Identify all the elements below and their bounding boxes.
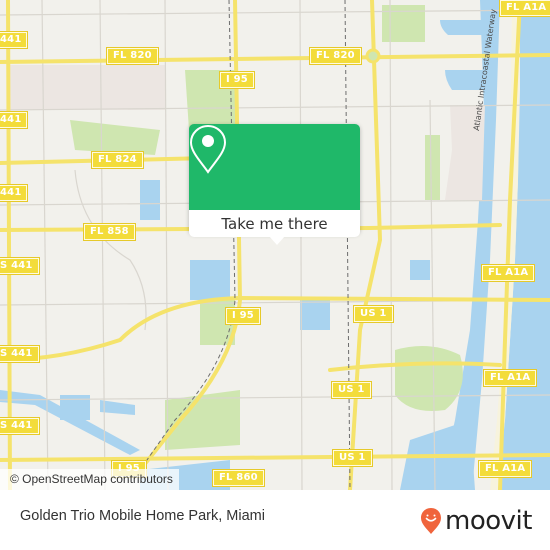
route-shield-fl860: FL 860 <box>212 469 265 487</box>
lake <box>300 300 330 330</box>
lake <box>100 400 135 415</box>
route-shield-fla1a: FL A1A <box>498 0 550 17</box>
park <box>425 135 440 200</box>
location-popup[interactable]: Take me there <box>189 124 360 245</box>
route-shield-us1: US 1 <box>332 449 373 467</box>
route-shield-fl858: FL 858 <box>83 223 136 241</box>
place-title: Golden Trio Mobile Home Park, Miami <box>20 508 265 524</box>
route-shield-us1: US 1 <box>331 381 372 399</box>
route-shield-us441: S 441 <box>0 417 40 435</box>
route-shield-fla1a: FL A1A <box>480 264 536 282</box>
route-shield-i95: I 95 <box>225 307 261 325</box>
route-shield-us441: S 441 <box>0 345 40 363</box>
route-shield-us441: 441 <box>0 184 29 202</box>
map-attribution[interactable]: © OpenStreetMap contributors <box>0 469 179 490</box>
route-shield-fla1a: FL A1A <box>477 460 533 478</box>
route-shield-us441: S 441 <box>0 257 40 275</box>
moovit-logo[interactable]: moovit <box>420 506 532 536</box>
route-shield-us1: US 1 <box>353 305 394 323</box>
park <box>395 346 463 411</box>
park <box>70 120 160 155</box>
canal <box>440 20 490 35</box>
route-shield-fl824: FL 824 <box>91 151 144 169</box>
route-shield-us441: 441 <box>0 111 29 129</box>
popup-pointer <box>269 236 285 245</box>
roundabout <box>365 48 381 64</box>
route-shield-us441: 441 <box>0 31 29 49</box>
route-shield-fl820: FL 820 <box>106 47 159 65</box>
location-pin-icon <box>189 124 227 174</box>
route-shield-fl820: FL 820 <box>309 47 362 65</box>
map-canvas[interactable] <box>0 0 550 490</box>
route-shield-i95: I 95 <box>219 71 255 89</box>
lake <box>410 260 430 280</box>
take-me-there-button[interactable]: Take me there <box>189 210 360 237</box>
lake <box>190 260 230 300</box>
park <box>165 390 240 450</box>
moovit-wordmark: moovit <box>445 506 532 536</box>
map-view[interactable]: FL 820 FL 820 I 95 FL 824 FL 858 I 95 I … <box>0 0 550 490</box>
popup-header[interactable] <box>189 124 360 210</box>
moovit-pin-icon <box>421 508 441 534</box>
lake <box>140 180 160 220</box>
route-shield-fla1a: FL A1A <box>482 369 538 387</box>
park <box>382 5 425 42</box>
